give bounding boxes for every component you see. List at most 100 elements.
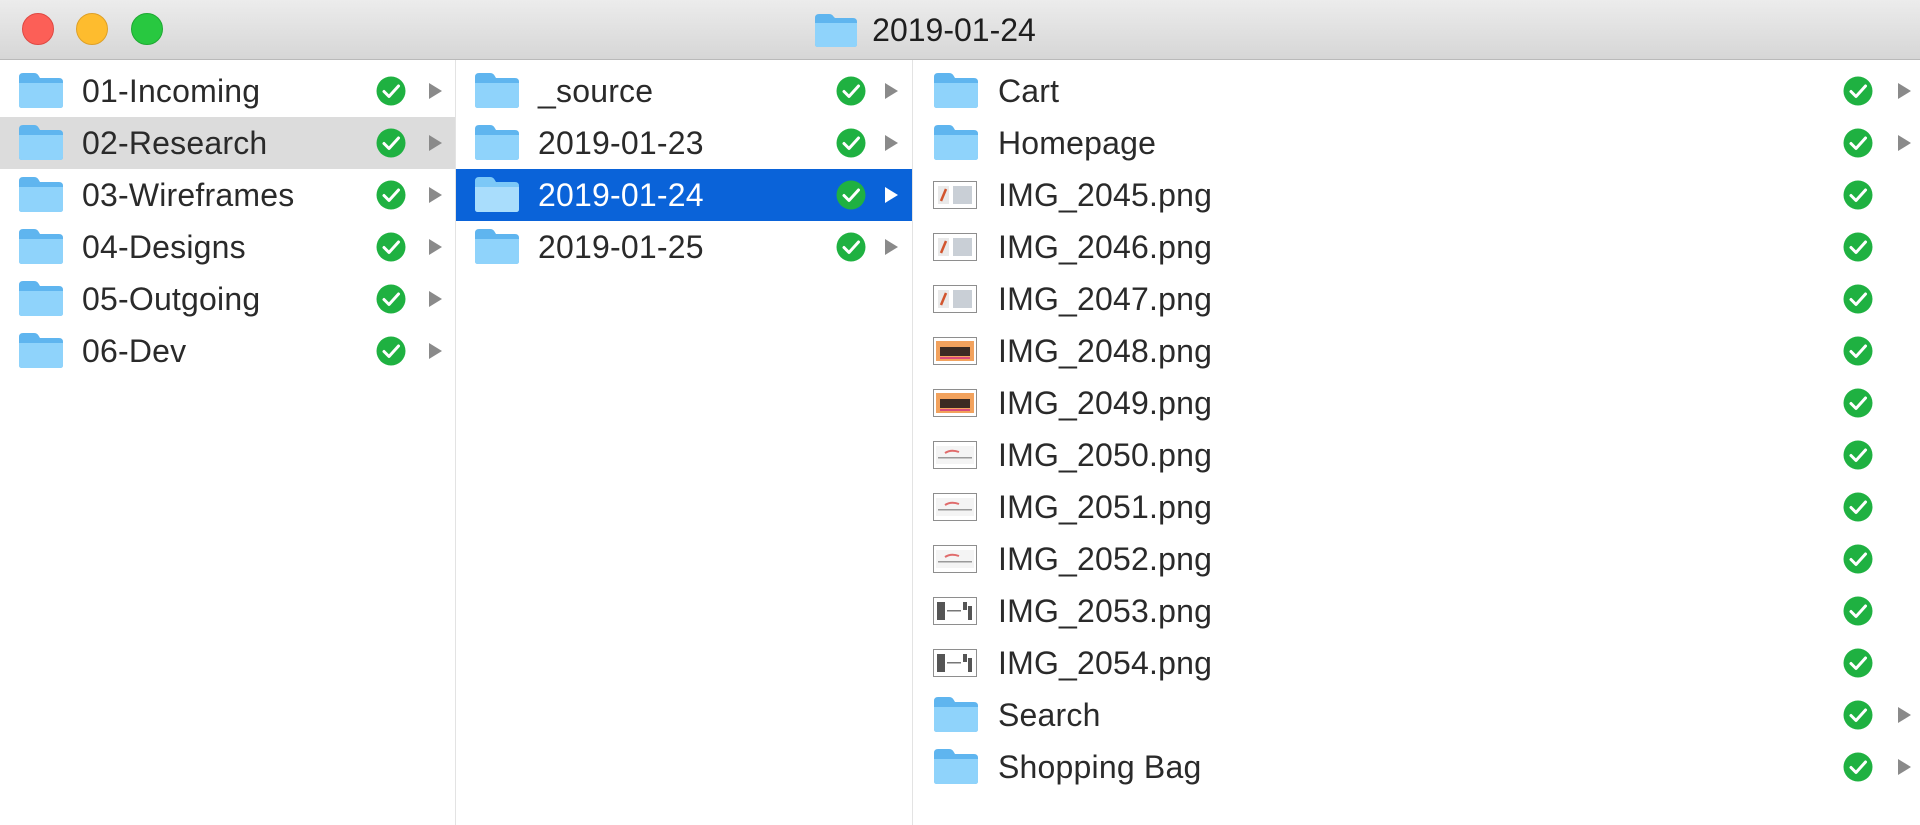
synced-check-icon xyxy=(376,76,406,106)
folder-icon xyxy=(19,73,63,108)
disclosure-arrow-icon[interactable] xyxy=(1895,81,1913,101)
file-row[interactable]: IMG_2052.png xyxy=(913,533,1920,585)
synced-check-icon xyxy=(1843,700,1873,730)
image-thumbnail-icon xyxy=(933,493,977,521)
image-thumbnail-icon xyxy=(933,337,977,365)
column-3[interactable]: Cart Homepage IMG_2045.png IMG_2046.png IMG_… xyxy=(913,60,1920,825)
synced-check-icon xyxy=(1843,180,1873,210)
synced-check-icon xyxy=(1843,440,1873,470)
file-row[interactable]: IMG_2048.png xyxy=(913,325,1920,377)
disclosure-arrow-icon[interactable] xyxy=(426,133,444,153)
item-name: IMG_2047.png xyxy=(998,281,1213,317)
item-name: Homepage xyxy=(998,125,1157,161)
folder-row[interactable]: Shopping Bag xyxy=(913,741,1920,793)
folder-icon xyxy=(934,697,978,732)
disclosure-arrow-icon[interactable] xyxy=(426,185,444,205)
folder-icon xyxy=(475,229,519,264)
item-name: IMG_2048.png xyxy=(998,333,1213,369)
synced-check-icon xyxy=(1843,128,1873,158)
folder-icon xyxy=(19,177,63,212)
window-title: 2019-01-24 xyxy=(0,0,1920,60)
folder-row[interactable]: 01-Incoming xyxy=(0,65,455,117)
item-name: IMG_2046.png xyxy=(998,229,1213,265)
file-row[interactable]: IMG_2049.png xyxy=(913,377,1920,429)
item-name: Shopping Bag xyxy=(998,749,1202,785)
file-row[interactable]: IMG_2053.png xyxy=(913,585,1920,637)
title-bar[interactable]: 2019-01-24 xyxy=(0,0,1920,60)
folder-row[interactable]: _source xyxy=(456,65,912,117)
folder-row[interactable]: Cart xyxy=(913,65,1920,117)
disclosure-arrow-icon[interactable] xyxy=(882,81,900,101)
disclosure-arrow-icon[interactable] xyxy=(1895,757,1913,777)
folder-icon xyxy=(475,177,519,212)
synced-check-icon xyxy=(836,180,866,210)
image-thumbnail-icon xyxy=(933,649,977,677)
disclosure-arrow-icon[interactable] xyxy=(1895,133,1913,153)
synced-check-icon xyxy=(1843,336,1873,366)
folder-icon xyxy=(815,14,858,47)
image-thumbnail-icon xyxy=(933,545,977,573)
folder-row[interactable]: Homepage xyxy=(913,117,1920,169)
disclosure-arrow-icon[interactable] xyxy=(426,81,444,101)
file-row[interactable]: IMG_2045.png xyxy=(913,169,1920,221)
item-name: IMG_2052.png xyxy=(998,541,1213,577)
file-row[interactable]: IMG_2054.png xyxy=(913,637,1920,689)
item-name: 02-Research xyxy=(82,125,268,161)
disclosure-arrow-icon[interactable] xyxy=(882,185,900,205)
folder-icon xyxy=(19,281,63,316)
file-row[interactable]: IMG_2051.png xyxy=(913,481,1920,533)
item-name: IMG_2051.png xyxy=(998,489,1213,525)
item-name: 01-Incoming xyxy=(82,73,261,109)
image-thumbnail-icon xyxy=(933,441,977,469)
folder-row[interactable]: 03-Wireframes xyxy=(0,169,455,221)
image-thumbnail-icon xyxy=(933,597,977,625)
item-name: Cart xyxy=(998,73,1060,109)
folder-row[interactable]: 2019-01-25 xyxy=(456,221,912,273)
image-thumbnail-icon xyxy=(933,285,977,313)
file-row[interactable]: IMG_2050.png xyxy=(913,429,1920,481)
folder-icon xyxy=(19,333,63,368)
item-name: IMG_2049.png xyxy=(998,385,1213,421)
image-thumbnail-icon xyxy=(933,389,977,417)
synced-check-icon xyxy=(376,128,406,158)
synced-check-icon xyxy=(376,336,406,366)
synced-check-icon xyxy=(1843,544,1873,574)
column-browser: 01-Incoming 02-Research 03-Wireframes 04-De… xyxy=(0,60,1920,825)
item-name: 2019-01-23 xyxy=(538,125,704,161)
disclosure-arrow-icon[interactable] xyxy=(882,133,900,153)
item-name: Search xyxy=(998,697,1101,733)
column-2[interactable]: _source 2019-01-23 2019-01-24 2019-01-25 xyxy=(456,60,913,825)
folder-row[interactable]: 02-Research xyxy=(0,117,455,169)
folder-row[interactable]: 06-Dev xyxy=(0,325,455,377)
file-row[interactable]: IMG_2047.png xyxy=(913,273,1920,325)
folder-icon xyxy=(19,229,63,264)
folder-row[interactable]: 2019-01-24 xyxy=(456,169,912,221)
folder-row[interactable]: 04-Designs xyxy=(0,221,455,273)
disclosure-arrow-icon[interactable] xyxy=(426,289,444,309)
synced-check-icon xyxy=(376,284,406,314)
image-thumbnail-icon xyxy=(933,181,977,209)
folder-row[interactable]: Search xyxy=(913,689,1920,741)
synced-check-icon xyxy=(376,232,406,262)
disclosure-arrow-icon[interactable] xyxy=(426,237,444,257)
synced-check-icon xyxy=(376,180,406,210)
folder-row[interactable]: 05-Outgoing xyxy=(0,273,455,325)
column-1[interactable]: 01-Incoming 02-Research 03-Wireframes 04-De… xyxy=(0,60,456,825)
synced-check-icon xyxy=(836,76,866,106)
window-title-text: 2019-01-24 xyxy=(872,11,1036,48)
disclosure-arrow-icon[interactable] xyxy=(882,237,900,257)
item-name: 2019-01-25 xyxy=(538,229,704,265)
image-thumbnail-icon xyxy=(933,233,977,261)
file-row[interactable]: IMG_2046.png xyxy=(913,221,1920,273)
item-name: 2019-01-24 xyxy=(538,177,704,213)
disclosure-arrow-icon[interactable] xyxy=(1895,705,1913,725)
folder-icon xyxy=(934,73,978,108)
item-name: _source xyxy=(538,73,654,109)
disclosure-arrow-icon[interactable] xyxy=(426,341,444,361)
synced-check-icon xyxy=(1843,388,1873,418)
synced-check-icon xyxy=(1843,752,1873,782)
folder-icon xyxy=(475,125,519,160)
item-name: 06-Dev xyxy=(82,333,187,369)
folder-row[interactable]: 2019-01-23 xyxy=(456,117,912,169)
folder-icon xyxy=(934,749,978,784)
